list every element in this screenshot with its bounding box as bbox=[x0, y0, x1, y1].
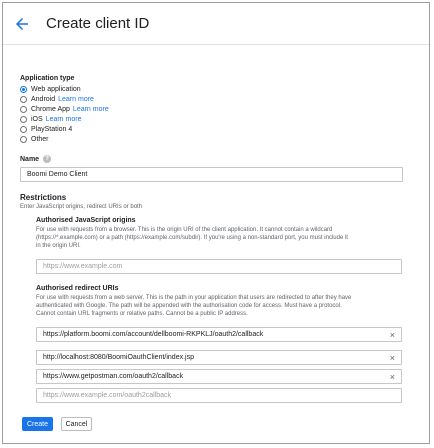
radio-label: Android bbox=[31, 95, 56, 103]
radio-label: PlayStation 4 bbox=[31, 125, 73, 133]
radio-button-checked[interactable] bbox=[20, 85, 27, 93]
create-client-id-panel: Create client ID Application type Web ap… bbox=[2, 2, 430, 444]
radio-option-ios[interactable]: iOS Learn more bbox=[20, 114, 410, 124]
application-type-radio-group: Web application Android Learn more Chrom… bbox=[20, 84, 410, 144]
redirect-uris-description: For use with requests from a web server.… bbox=[36, 294, 408, 318]
redirect-uris-title: Authorised redirect URIs bbox=[36, 285, 119, 292]
page-title: Create client ID bbox=[46, 15, 150, 32]
radio-option-chrome-app[interactable]: Chrome App Learn more bbox=[20, 104, 410, 114]
redirect-uri-input[interactable]: https://www.example.com/oauth2callback bbox=[36, 388, 402, 403]
name-label-row: Name ? bbox=[20, 155, 52, 163]
learn-more-link[interactable]: Learn more bbox=[46, 116, 82, 123]
radio-label: Web application bbox=[31, 85, 81, 93]
redirect-uri-row[interactable]: https://www.getpostman.com/oauth2/callba… bbox=[36, 369, 402, 384]
remove-icon[interactable]: × bbox=[390, 330, 395, 340]
learn-more-link[interactable]: Learn more bbox=[58, 96, 94, 103]
back-arrow-icon[interactable] bbox=[13, 15, 31, 33]
radio-option-playstation-4[interactable]: PlayStation 4 bbox=[20, 124, 410, 134]
radio-label: Other bbox=[31, 135, 49, 143]
redirect-uri-row[interactable]: http://localhost:8080/BoomiOauthClient/i… bbox=[36, 350, 402, 365]
cancel-button[interactable]: Cancel bbox=[61, 417, 92, 431]
form-content: Application type Web application Android… bbox=[20, 75, 410, 403]
description-line: For use with requests from a web server.… bbox=[36, 295, 352, 301]
remove-icon[interactable]: × bbox=[390, 372, 395, 382]
redirect-uri-value: https://www.getpostman.com/oauth2/callba… bbox=[43, 373, 184, 380]
learn-more-link[interactable]: Learn more bbox=[73, 106, 109, 113]
description-line: For use with requests from a browser. Th… bbox=[36, 227, 333, 233]
restrictions-title: Restrictions bbox=[20, 193, 67, 202]
restrictions-description: Enter JavaScript origins, redirect URIs … bbox=[20, 204, 143, 210]
js-origin-input[interactable]: https://www.example.com bbox=[36, 259, 402, 274]
page-header: Create client ID bbox=[3, 3, 429, 45]
js-origins-description: For use with requests from a browser. Th… bbox=[36, 226, 408, 250]
description-line: authenticated with Google. The path will… bbox=[36, 303, 342, 309]
description-line: Cannot contain URL fragments or relative… bbox=[36, 311, 248, 317]
redirect-uri-value: http://localhost:8080/BoomiOauthClient/i… bbox=[43, 354, 194, 361]
radio-button[interactable] bbox=[20, 95, 27, 103]
radio-label: Chrome App bbox=[31, 105, 70, 113]
js-origins-title: Authorised JavaScript origins bbox=[36, 217, 136, 224]
radio-label: iOS bbox=[31, 115, 43, 123]
remove-icon[interactable]: × bbox=[390, 353, 395, 363]
radio-button[interactable] bbox=[20, 115, 27, 123]
js-origin-placeholder: https://www.example.com bbox=[43, 263, 123, 270]
radio-button[interactable] bbox=[20, 105, 27, 113]
description-line: in the origin URI. bbox=[36, 243, 81, 249]
help-icon[interactable]: ? bbox=[43, 155, 52, 163]
name-input[interactable]: Boomi Demo Client bbox=[20, 167, 403, 182]
create-button[interactable]: Create bbox=[22, 417, 53, 431]
redirect-uri-row[interactable]: https://platform.boomi.com/account/dellb… bbox=[36, 327, 402, 342]
name-label: Name bbox=[20, 155, 40, 163]
radio-option-other[interactable]: Other bbox=[20, 134, 410, 144]
application-type-label: Application type bbox=[20, 75, 75, 82]
radio-button[interactable] bbox=[20, 135, 27, 143]
redirect-uri-value: https://platform.boomi.com/account/dellb… bbox=[43, 331, 264, 338]
radio-option-android[interactable]: Android Learn more bbox=[20, 94, 410, 104]
redirect-uri-placeholder: https://www.example.com/oauth2callback bbox=[43, 392, 172, 399]
radio-option-web-application[interactable]: Web application bbox=[20, 84, 410, 94]
radio-button[interactable] bbox=[20, 125, 27, 133]
description-line: (https://*.example.com) or a path (https… bbox=[36, 235, 348, 241]
